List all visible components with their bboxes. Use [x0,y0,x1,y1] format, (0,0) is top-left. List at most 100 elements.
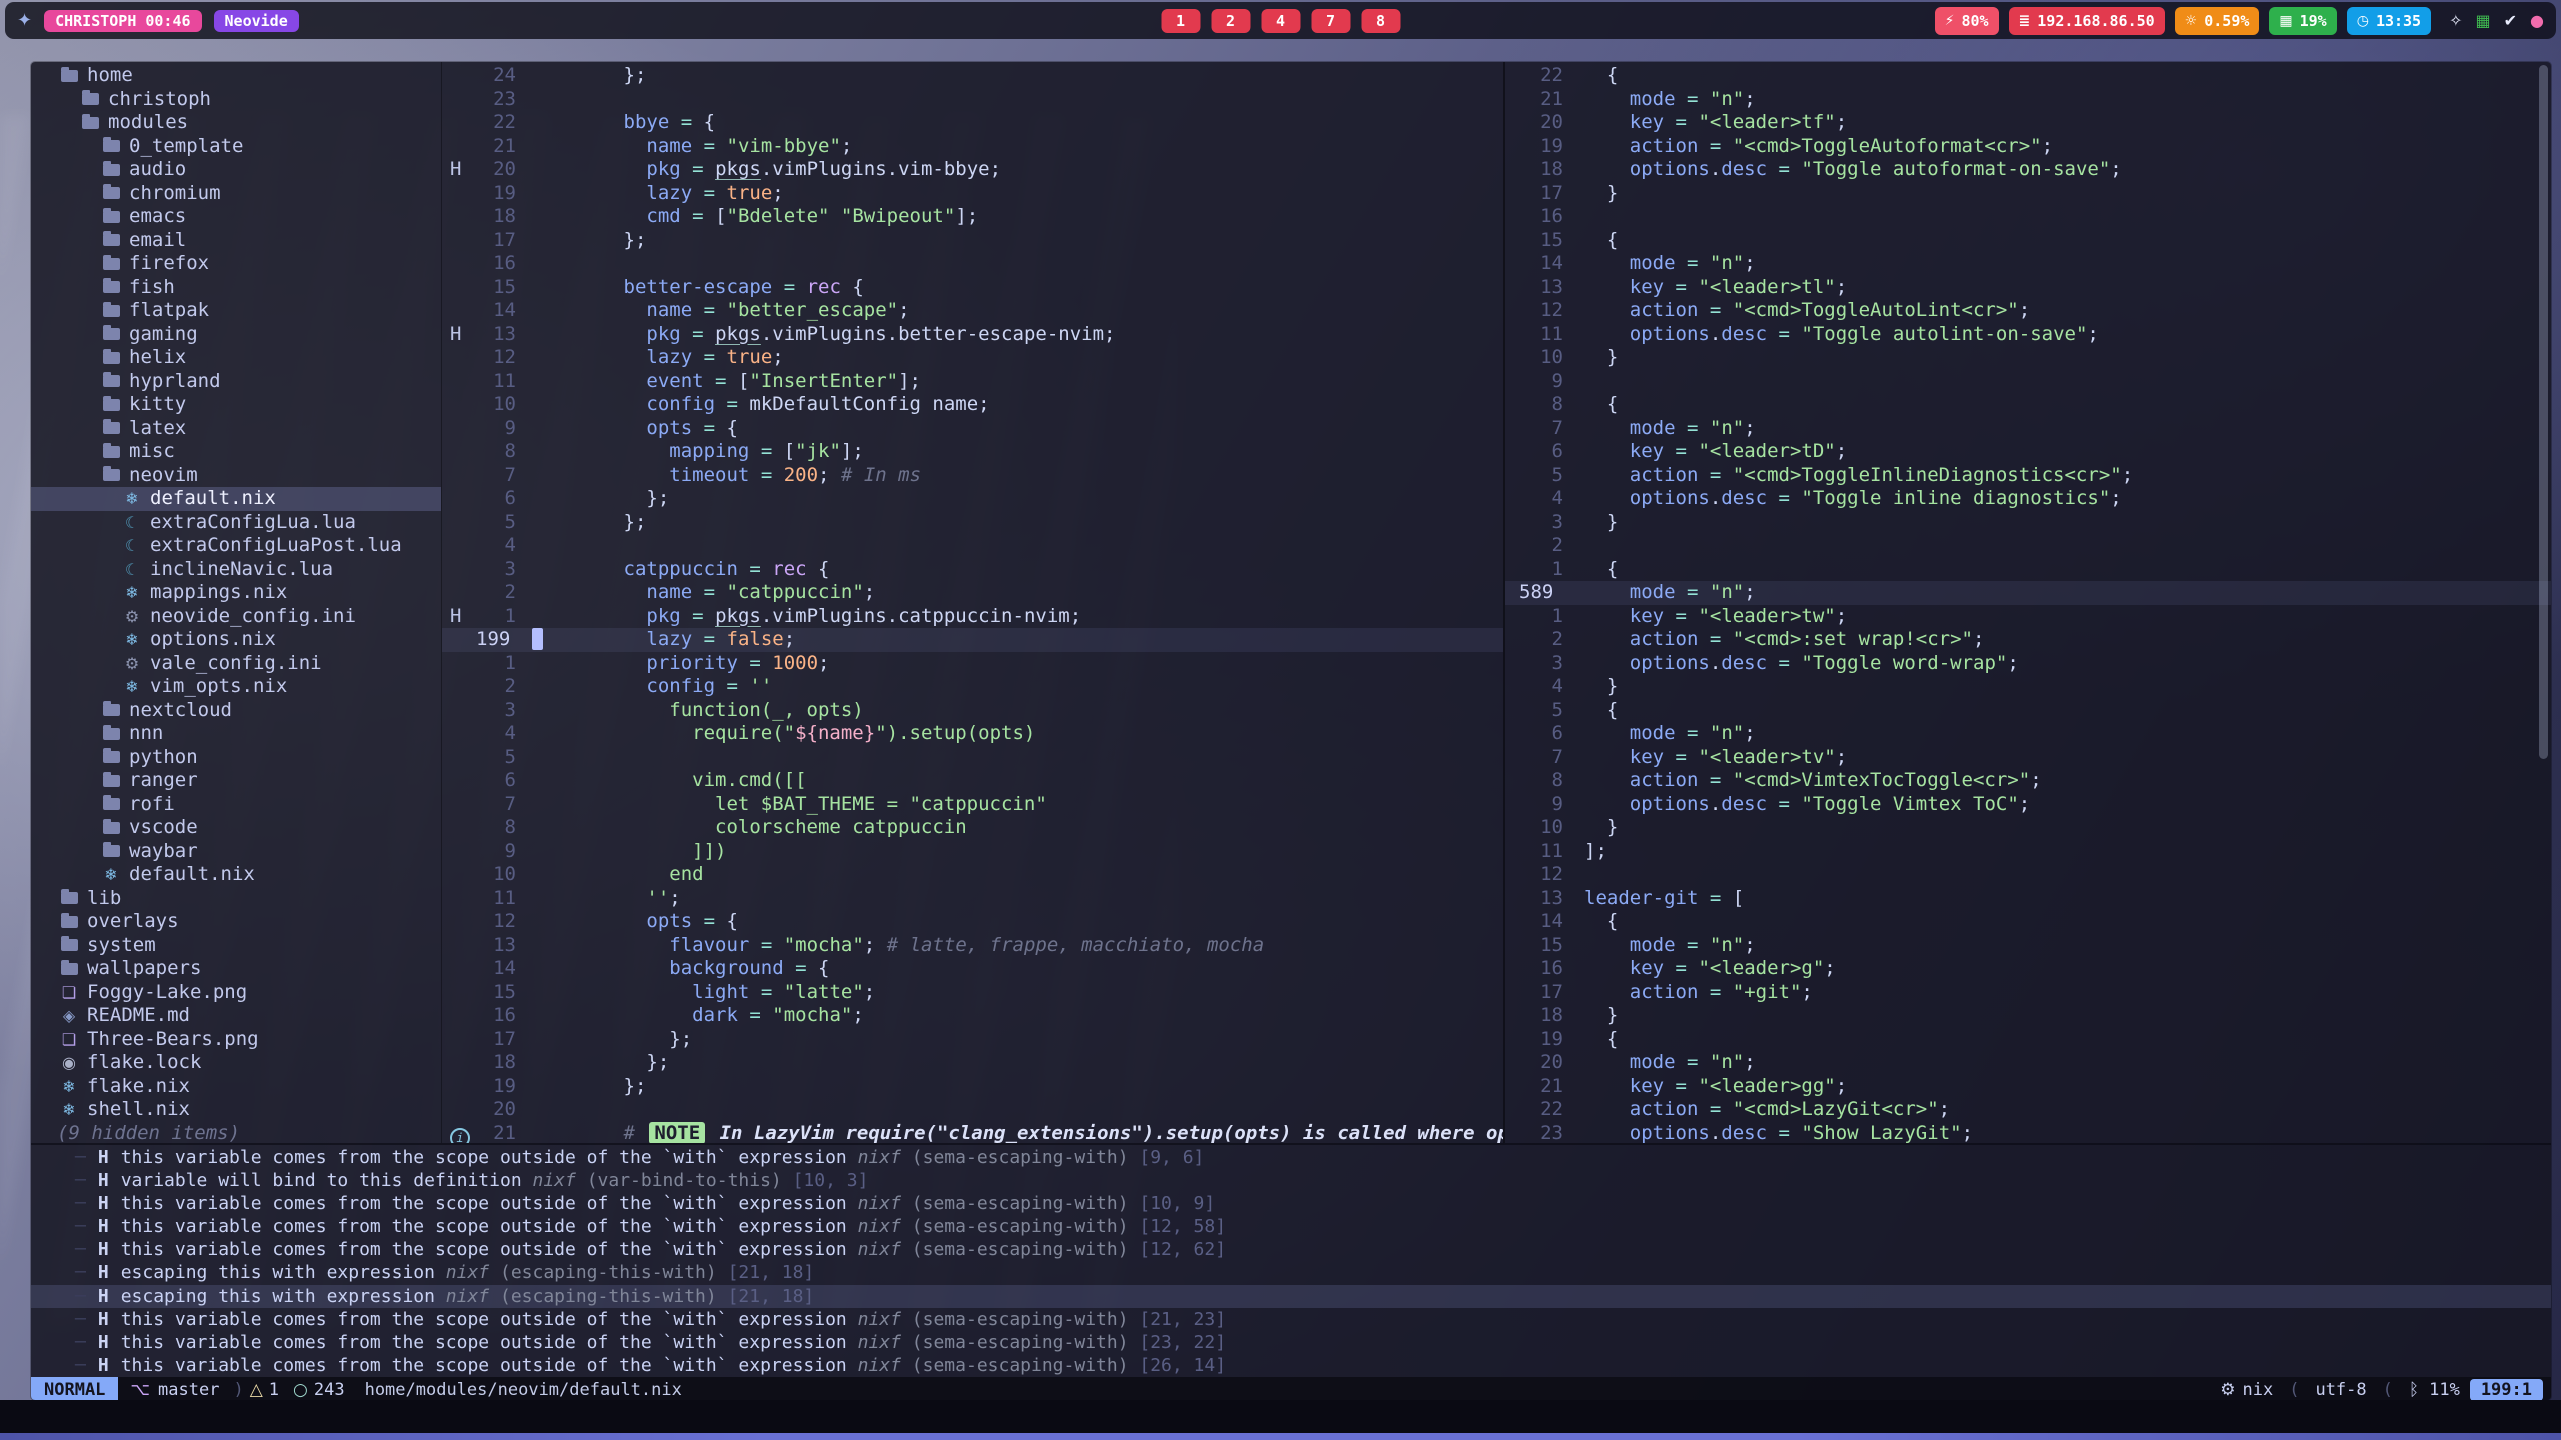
code-token[interactable] [1584,1051,1630,1073]
workspace-badge[interactable]: 4 [1261,9,1300,33]
code-line[interactable]: 11]; [1505,840,2551,864]
code-token[interactable]: . [1710,323,1721,345]
code-token[interactable] [795,276,806,298]
code-token[interactable]: = [1710,628,1721,650]
code-token[interactable]: action [1630,1098,1699,1120]
code-token[interactable]: = [1687,581,1698,603]
tree-folder-row[interactable]: flatpak [31,299,441,323]
code-line[interactable]: 11 event = ["InsertEnter"]; [442,370,1503,394]
code-token[interactable] [681,158,692,180]
code-token[interactable] [1698,252,1709,274]
code-token[interactable]: "<cmd>ToggleAutoformat<cr>" [1733,135,2042,157]
code-token[interactable] [1584,158,1630,180]
code-token[interactable]: In LazyVim require("clang_extensions").s… [708,1122,1503,1144]
code-token[interactable]: pkg [646,158,680,180]
code-token[interactable] [1767,323,1778,345]
code-token[interactable]: = [704,135,715,157]
code-line[interactable]: 5 }; [442,511,1503,535]
code-token[interactable] [1698,299,1709,321]
code-line[interactable]: H20 pkg = pkgs.vimPlugins.vim-bbye; [442,158,1503,182]
memory-badge[interactable]: ▦19% [2269,7,2336,35]
code-token[interactable]: desc [1721,323,1767,345]
code-token[interactable]: [ [1721,887,1744,909]
code-token[interactable] [532,910,646,932]
diagnostic-row[interactable]: ─Hvariable will bind to this definition … [31,1169,2551,1192]
code-token[interactable]: action [1630,464,1699,486]
code-token[interactable] [1721,299,1732,321]
tree-folder-row[interactable]: vscode [31,816,441,840]
code-token[interactable] [1664,111,1675,133]
code-token[interactable]: NOTE [649,1122,705,1144]
code-token[interactable]: false [727,628,784,650]
code-token[interactable]: ; [818,652,829,674]
code-line[interactable]: 19 { [1505,1028,2551,1052]
code-token[interactable]: ]]) [532,840,726,862]
code-token[interactable]: "vim-bbye" [727,135,841,157]
code-token[interactable] [1584,722,1630,744]
code-token[interactable]: "catppuccin" [727,581,864,603]
cursor-block[interactable] [532,628,543,650]
code-token[interactable]: mkDefaultConfig name; [738,393,990,415]
code-token[interactable] [1584,299,1630,321]
code-token[interactable]: action [1630,628,1699,650]
code-token[interactable] [1698,1098,1709,1120]
code-line[interactable]: 10 } [1505,816,2551,840]
tree-folder-row[interactable]: home [31,64,441,88]
workspace-badge[interactable]: 7 [1311,9,1350,33]
code-token[interactable]: "+git" [1733,981,1802,1003]
code-line[interactable]: 2 config = '' [442,675,1503,699]
code-token[interactable]: = [692,205,703,227]
tree-file-row[interactable]: ❄mappings.nix [31,581,441,605]
code-token[interactable]: = [1687,1051,1698,1073]
code-line[interactable]: 589 mode = "n"; [1505,581,2551,605]
tree-file-row[interactable]: ◈README.md [31,1004,441,1028]
code-token[interactable]: ; [1836,111,1847,133]
code-token[interactable]: = [784,276,795,298]
tree-folder-row[interactable]: kitty [31,393,441,417]
code-token[interactable]: ]; [841,440,864,462]
code-token[interactable] [532,111,624,133]
code-token[interactable]: { [1584,229,1618,251]
tree-folder-row[interactable]: lib [31,887,441,911]
code-token[interactable]: { [715,417,738,439]
code-line[interactable]: 15 light = "latte"; [442,981,1503,1005]
code-line[interactable]: 21 key = "<leader>gg"; [1505,1075,2551,1099]
code-token[interactable] [1698,1051,1709,1073]
code-token[interactable] [1767,1122,1778,1144]
code-line[interactable]: 3 options.desc = "Toggle word-wrap"; [1505,652,2551,676]
code-token[interactable]: '' [532,887,669,909]
tree-folder-row[interactable]: system [31,934,441,958]
code-line[interactable]: 4 [442,534,1503,558]
code-token[interactable]: ; [1744,581,1755,603]
code-token[interactable]: { [807,957,830,979]
code-line[interactable]: 9 opts = { [442,417,1503,441]
diagnostic-row[interactable]: ─Hthis variable comes from the scope out… [31,1331,2551,1354]
code-token[interactable] [1767,487,1778,509]
code-token[interactable]: ; [2087,323,2098,345]
code-line[interactable]: 20 key = "<leader>tf"; [1505,111,2551,135]
code-token[interactable] [1721,628,1732,650]
code-token[interactable]: = [1779,1122,1790,1144]
code-token[interactable]: "n" [1710,581,1744,603]
code-token[interactable]: = [1676,276,1687,298]
code-token[interactable]: mode [1630,581,1676,603]
check-icon[interactable]: ✔ [2504,11,2517,30]
code-token[interactable] [738,1004,749,1026]
code-token[interactable]: "Toggle autolint-on-save" [1801,323,2087,345]
code-token[interactable]: pkgs [715,323,761,345]
code-token[interactable]: .vimPlugins.catppuccin-nvim; [761,605,1081,627]
code-token[interactable]: . [1710,158,1721,180]
code-token[interactable] [1584,746,1630,768]
code-token[interactable]: { [692,111,715,133]
code-token[interactable] [1584,1075,1630,1097]
code-token[interactable]: = [1687,88,1698,110]
code-token[interactable]: "<cmd>VimtexTocToggle<cr>" [1733,769,2030,791]
code-token[interactable] [1584,464,1630,486]
code-token[interactable] [1676,88,1687,110]
code-line[interactable]: 11 options.desc = "Toggle autolint-on-sa… [1505,323,2551,347]
code-token[interactable]: "<cmd>ToggleAutoLint<cr>" [1733,299,2019,321]
code-token[interactable] [532,675,646,697]
code-token[interactable]: lazy [646,628,692,650]
tree-folder-row[interactable]: latex [31,417,441,441]
tree-folder-row[interactable]: modules [31,111,441,135]
